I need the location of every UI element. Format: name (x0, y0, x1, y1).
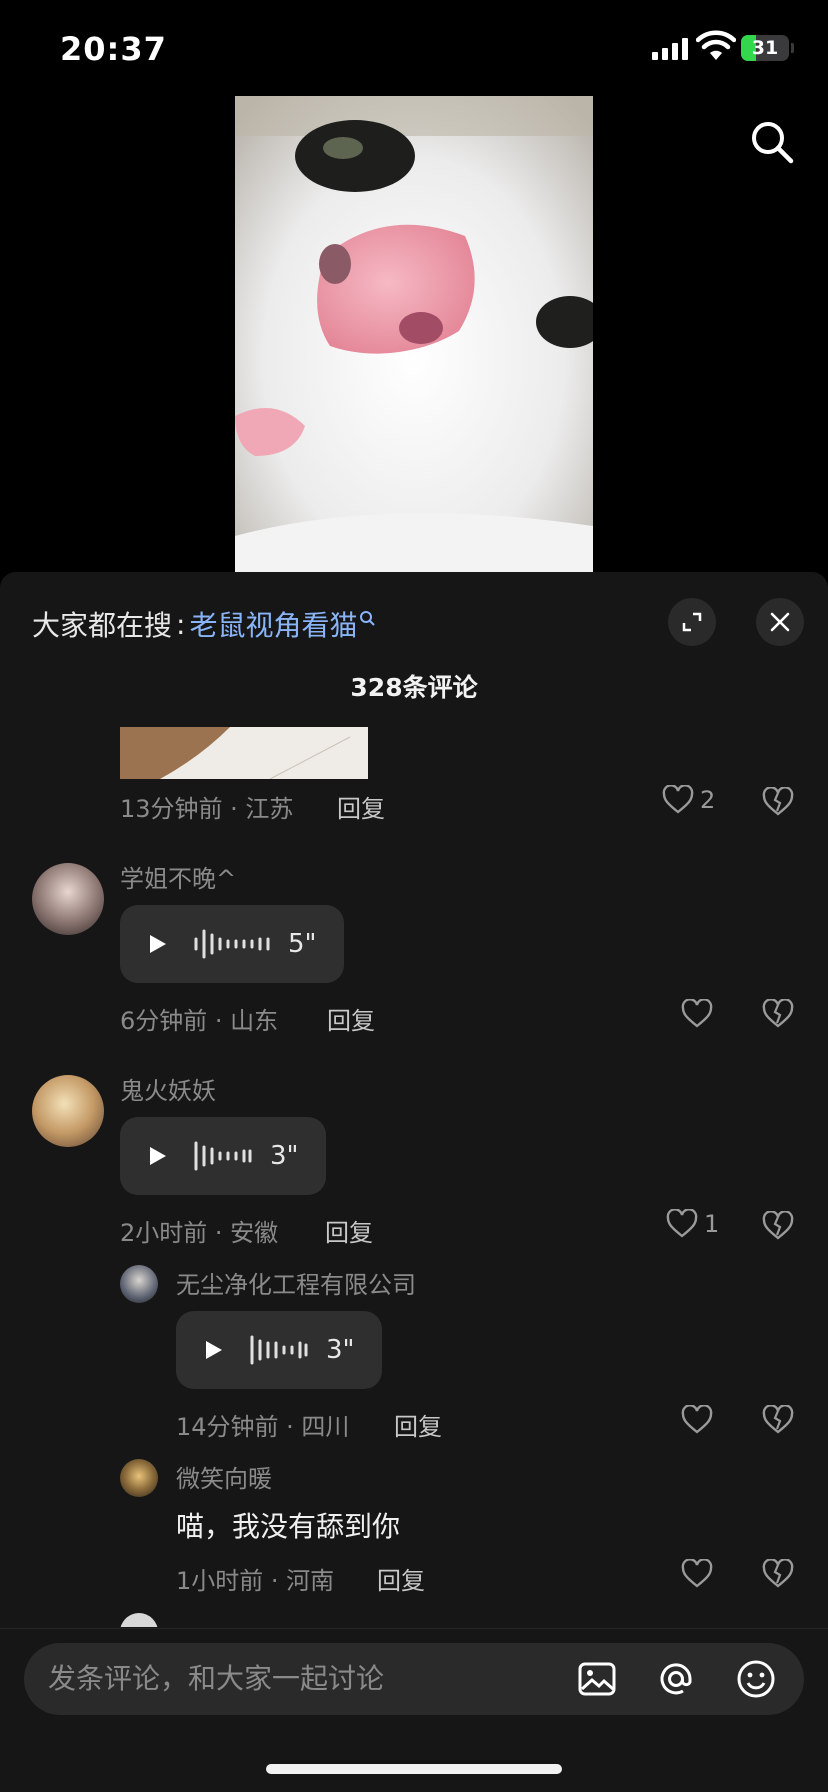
like-button[interactable]: 1 (666, 1209, 719, 1239)
voice-message[interactable]: 3" (120, 1117, 326, 1195)
heart-icon[interactable] (681, 999, 713, 1029)
avatar[interactable] (120, 1459, 158, 1497)
voice-duration: 5" (288, 929, 317, 959)
close-button[interactable] (756, 598, 804, 646)
wifi-icon (696, 30, 736, 60)
comment-time-location: 6分钟前 · 山东 (120, 1007, 279, 1035)
trending-prefix: 大家都在搜 (32, 609, 173, 642)
voice-duration: 3" (270, 1141, 299, 1171)
broken-heart-icon[interactable] (762, 787, 794, 817)
trending-term[interactable]: 老鼠视角看猫 (189, 604, 357, 644)
reply-button[interactable]: 回复 (325, 1213, 373, 1248)
reply-button[interactable]: 回复 (394, 1407, 442, 1442)
close-icon (770, 612, 790, 632)
reply-button[interactable]: 回复 (377, 1561, 425, 1596)
trending-separator: : (176, 607, 186, 641)
video-player[interactable] (235, 96, 593, 572)
broken-heart-icon[interactable] (762, 1211, 794, 1241)
like-count: 2 (700, 786, 716, 814)
battery-level: 31 (751, 37, 779, 59)
broken-heart-icon[interactable] (762, 1559, 794, 1589)
waveform-icon (194, 1141, 252, 1171)
heart-icon[interactable] (681, 1405, 713, 1435)
voice-message[interactable]: 3" (176, 1311, 382, 1389)
like-count: 1 (704, 1210, 720, 1238)
battery-cap (791, 43, 794, 53)
comment-time-location: 2小时前 · 安徽 (120, 1219, 279, 1247)
emoji-icon[interactable] (736, 1659, 776, 1699)
waveform-icon (194, 929, 270, 959)
expand-button[interactable] (668, 598, 716, 646)
reply-button[interactable]: 回复 (327, 1001, 375, 1036)
username[interactable]: 无尘净化工程有限公司 (176, 1265, 416, 1300)
avatar[interactable] (120, 1265, 158, 1303)
like-button[interactable]: 2 (662, 785, 715, 815)
cellular-signal-icon (652, 38, 688, 60)
heart-icon (662, 785, 694, 814)
cat-closeup-image (235, 96, 593, 572)
broken-heart-icon[interactable] (762, 999, 794, 1029)
play-icon (150, 935, 166, 953)
comment-sheet: 大家都在搜 : 老鼠视角看猫 328条评论 13分钟前 · 江苏 回复 2 学姐… (0, 572, 828, 1792)
battery-icon: 31 (741, 35, 789, 61)
waveform-icon (250, 1335, 308, 1365)
comment-image-thumbnail[interactable] (120, 727, 368, 779)
heart-icon[interactable] (681, 1559, 713, 1589)
avatar[interactable] (32, 863, 104, 935)
heart-icon (666, 1209, 698, 1238)
trending-search[interactable]: 大家都在搜 : 老鼠视角看猫 (32, 604, 376, 644)
comment-time-location: 13分钟前 · 江苏 (120, 795, 294, 823)
comment-text: 喵，我没有舔到你 (176, 1510, 401, 1543)
search-icon[interactable] (748, 118, 796, 166)
mini-search-icon (360, 611, 376, 626)
play-icon (206, 1341, 222, 1359)
voice-message[interactable]: 5" (120, 905, 344, 983)
voice-duration: 3" (326, 1335, 355, 1365)
comment-input-placeholder: 发条评论，和大家一起讨论 (48, 1662, 385, 1695)
avatar[interactable] (32, 1075, 104, 1147)
username[interactable]: 学姐不晚^ (120, 859, 236, 894)
image-icon[interactable] (577, 1659, 617, 1699)
comment-time-location: 1小时前 · 河南 (176, 1567, 335, 1595)
home-indicator[interactable] (266, 1764, 562, 1774)
reply-button[interactable]: 回复 (337, 789, 385, 824)
comment-time-location: 14分钟前 · 四川 (176, 1413, 350, 1441)
at-icon[interactable] (656, 1659, 696, 1699)
comment-count: 328条评论 (350, 673, 478, 702)
play-icon (150, 1147, 166, 1165)
comment-input[interactable]: 发条评论，和大家一起讨论 (24, 1643, 804, 1715)
broken-heart-icon[interactable] (762, 1405, 794, 1435)
username[interactable]: 微笑向暖 (176, 1459, 272, 1494)
status-bar: 20:37 31 (0, 0, 828, 96)
username[interactable]: 鬼火妖妖 (120, 1071, 216, 1106)
avatar[interactable] (120, 1613, 158, 1627)
comment-list[interactable]: 13分钟前 · 江苏 回复 2 学姐不晚^ 5" 6分钟前 · 山东 回复 鬼火… (0, 727, 828, 1627)
expand-icon (682, 612, 702, 632)
status-time: 20:37 (60, 30, 167, 68)
